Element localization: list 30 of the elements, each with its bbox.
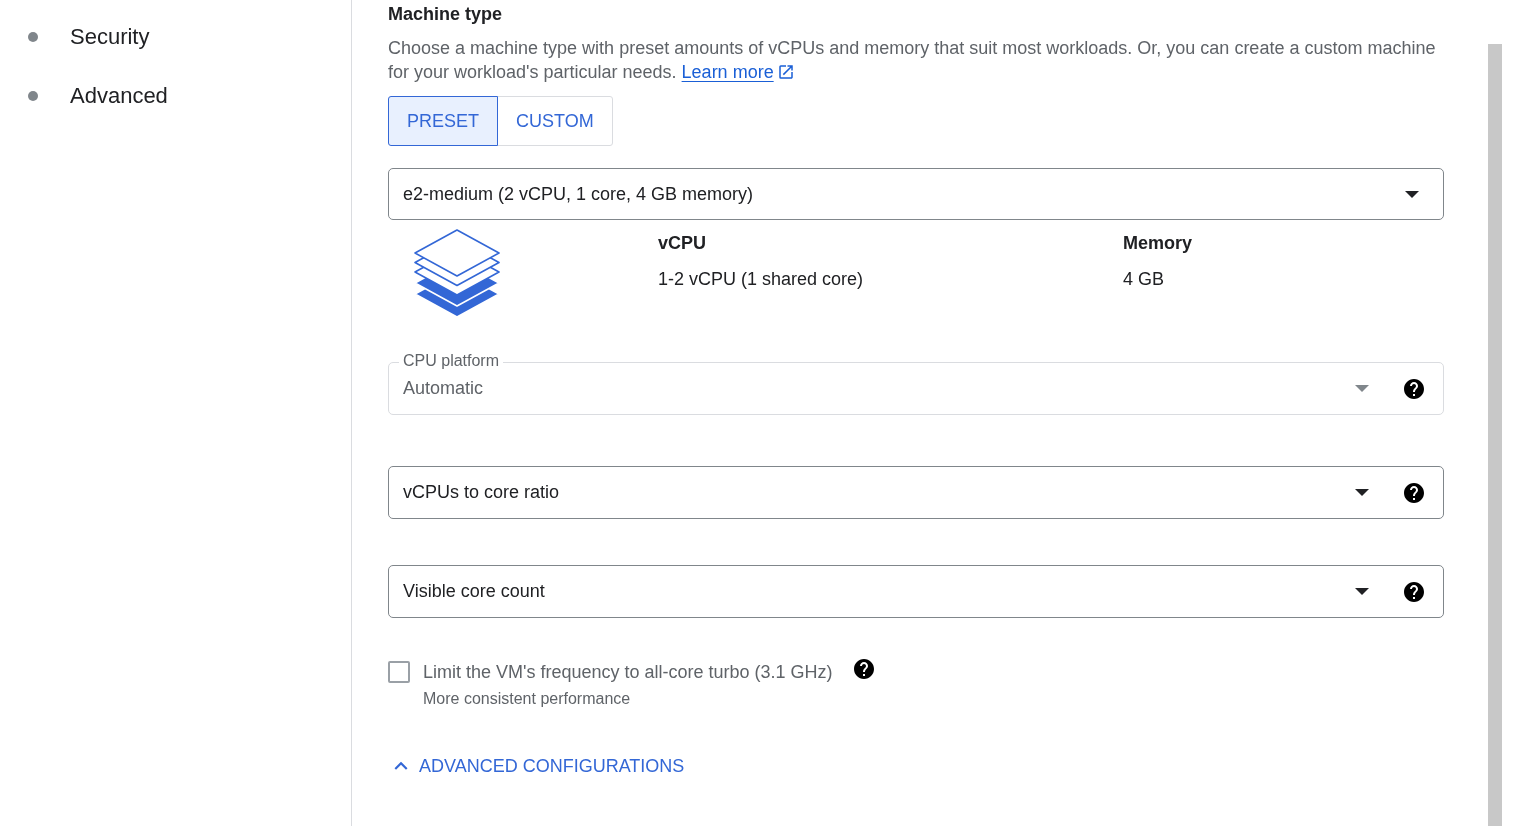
- caret-icon: [1355, 385, 1369, 392]
- external-link-icon: [776, 63, 795, 81]
- checkbox[interactable]: [388, 661, 410, 683]
- advanced-configurations-toggle[interactable]: ADVANCED CONFIGURATIONS: [388, 753, 685, 779]
- machine-type-select[interactable]: e2-medium (2 vCPU, 1 core, 4 GB memory): [388, 168, 1444, 220]
- spec-value: 4 GB: [1123, 268, 1166, 291]
- help-icon[interactable]: [1402, 579, 1426, 604]
- stacked-layers-icon: [414, 229, 500, 318]
- tab[interactable]: PRESET: [388, 96, 499, 146]
- checkbox-label: Limit the VM's frequency to all-core turbo (3.1 GHz): [423, 661, 833, 684]
- caret-icon: [1355, 588, 1369, 595]
- spec-heading: Memory: [1123, 232, 1194, 255]
- tab[interactable]: CUSTOM: [497, 96, 613, 146]
- caret-icon: [1405, 190, 1419, 198]
- help-icon[interactable]: [851, 657, 876, 681]
- select-field[interactable]: Visible core count: [388, 565, 1444, 618]
- checkbox-hint: More consistent performance: [423, 689, 631, 709]
- caret-icon: [1355, 489, 1369, 496]
- sidebar-item[interactable]: Advanced: [28, 80, 168, 112]
- learn-more-link[interactable]: Learn more: [681, 60, 795, 84]
- spec-heading: vCPU: [658, 232, 707, 255]
- bullet-icon: [28, 32, 38, 42]
- scrollbar[interactable]: [1488, 44, 1502, 826]
- section-description: Choose a machine type with preset amounts of vCPUs and memory that suit most workloads. Or, you can create a custom machine for your workload's particular needs. Learn more: [388, 37, 1437, 84]
- help-icon[interactable]: [1402, 480, 1426, 505]
- section-title: Machine type: [388, 3, 504, 26]
- spec-value: 1-2 vCPU (1 shared core): [658, 268, 865, 291]
- sidebar-item[interactable]: Security: [28, 21, 150, 53]
- bullet-icon: [28, 91, 38, 101]
- select-field[interactable]: vCPUs to core ratio: [388, 466, 1444, 519]
